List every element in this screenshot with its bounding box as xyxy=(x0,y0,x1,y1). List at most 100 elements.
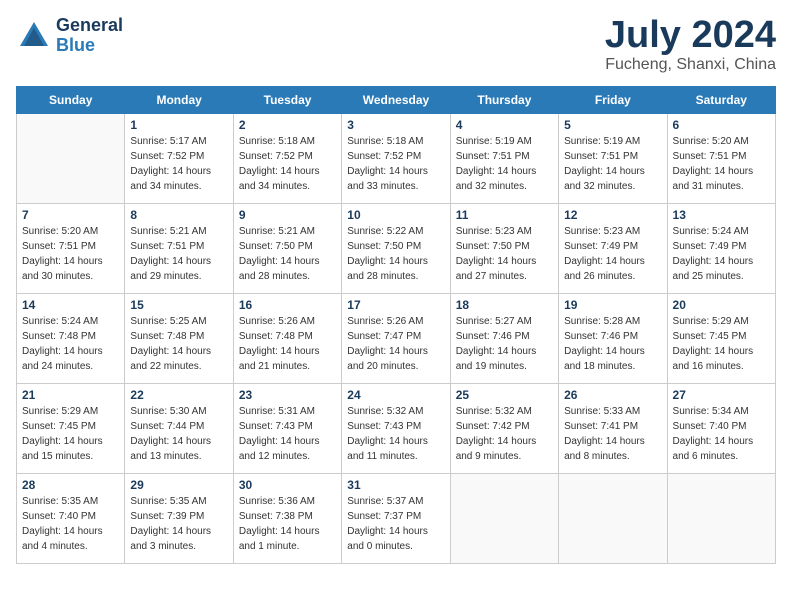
day-info: Sunrise: 5:22 AM Sunset: 7:50 PM Dayligh… xyxy=(347,224,444,284)
day-info: Sunrise: 5:32 AM Sunset: 7:42 PM Dayligh… xyxy=(456,404,553,464)
day-number: 23 xyxy=(239,388,336,402)
day-cell: 1Sunrise: 5:17 AM Sunset: 7:52 PM Daylig… xyxy=(125,114,233,204)
day-header-friday: Friday xyxy=(559,87,667,114)
day-number: 11 xyxy=(456,208,553,222)
day-info: Sunrise: 5:30 AM Sunset: 7:44 PM Dayligh… xyxy=(130,404,227,464)
day-number: 6 xyxy=(673,118,770,132)
day-number: 15 xyxy=(130,298,227,312)
day-header-wednesday: Wednesday xyxy=(342,87,450,114)
day-header-sunday: Sunday xyxy=(17,87,125,114)
day-number: 5 xyxy=(564,118,661,132)
week-row-2: 7 Sunrise: 5:20 AM Sunset: 7:51 PM Daylig… xyxy=(17,204,776,294)
day-cell: 20 Sunrise: 5:29 AM Sunset: 7:45 PM Dayli… xyxy=(667,294,775,384)
page-header: General Blue July 2024 Fucheng, Shanxi, … xyxy=(16,16,776,74)
day-cell: 25 Sunrise: 5:32 AM Sunset: 7:42 PM Dayli… xyxy=(450,384,558,474)
day-info: Sunrise: 5:26 AM Sunset: 7:47 PM Dayligh… xyxy=(347,314,444,374)
day-number: 24 xyxy=(347,388,444,402)
day-cell: 21Sunrise: 5:29 AM Sunset: 7:45 PM Dayli… xyxy=(17,384,125,474)
day-cell: 15 Sunrise: 5:25 AM Sunset: 7:48 PM Dayli… xyxy=(125,294,233,384)
day-number: 25 xyxy=(456,388,553,402)
day-info: Sunrise: 5:36 AM Sunset: 7:38 PM Dayligh… xyxy=(239,494,336,554)
day-cell: 16 Sunrise: 5:26 AM Sunset: 7:48 PM Dayli… xyxy=(233,294,341,384)
day-cell: 26 Sunrise: 5:33 AM Sunset: 7:41 PM Dayli… xyxy=(559,384,667,474)
day-number: 14 xyxy=(22,298,119,312)
logo-icon xyxy=(16,18,52,54)
day-number: 17 xyxy=(347,298,444,312)
day-cell: 14Sunrise: 5:24 AM Sunset: 7:48 PM Dayli… xyxy=(17,294,125,384)
day-number: 2 xyxy=(239,118,336,132)
logo: General Blue xyxy=(16,16,123,56)
day-header-thursday: Thursday xyxy=(450,87,558,114)
day-info: Sunrise: 5:32 AM Sunset: 7:43 PM Dayligh… xyxy=(347,404,444,464)
day-cell xyxy=(17,114,125,204)
day-number: 28 xyxy=(22,478,119,492)
calendar-table: SundayMondayTuesdayWednesdayThursdayFrid… xyxy=(16,86,776,564)
day-number: 7 xyxy=(22,208,119,222)
day-cell: 18Sunrise: 5:27 AM Sunset: 7:46 PM Dayli… xyxy=(450,294,558,384)
day-header-saturday: Saturday xyxy=(667,87,775,114)
day-number: 20 xyxy=(673,298,770,312)
day-cell: 30 Sunrise: 5:36 AM Sunset: 7:38 PM Dayli… xyxy=(233,474,341,564)
day-info: Sunrise: 5:17 AM Sunset: 7:52 PM Dayligh… xyxy=(130,134,227,194)
day-info: Sunrise: 5:18 AM Sunset: 7:52 PM Dayligh… xyxy=(347,134,444,194)
day-cell: 13 Sunrise: 5:24 AM Sunset: 7:49 PM Dayli… xyxy=(667,204,775,294)
day-info: Sunrise: 5:29 AM Sunset: 7:45 PM Dayligh… xyxy=(673,314,770,374)
day-info: Sunrise: 5:31 AM Sunset: 7:43 PM Dayligh… xyxy=(239,404,336,464)
week-row-1: 1Sunrise: 5:17 AM Sunset: 7:52 PM Daylig… xyxy=(17,114,776,204)
day-info: Sunrise: 5:26 AM Sunset: 7:48 PM Dayligh… xyxy=(239,314,336,374)
day-cell: 10 Sunrise: 5:22 AM Sunset: 7:50 PM Dayli… xyxy=(342,204,450,294)
day-number: 22 xyxy=(130,388,227,402)
day-cell: 11 Sunrise: 5:23 AM Sunset: 7:50 PM Dayli… xyxy=(450,204,558,294)
day-cell: 6Sunrise: 5:20 AM Sunset: 7:51 PM Daylig… xyxy=(667,114,775,204)
day-info: Sunrise: 5:23 AM Sunset: 7:50 PM Dayligh… xyxy=(456,224,553,284)
day-number: 29 xyxy=(130,478,227,492)
day-number: 31 xyxy=(347,478,444,492)
day-number: 3 xyxy=(347,118,444,132)
location: Fucheng, Shanxi, China xyxy=(605,56,776,74)
day-info: Sunrise: 5:20 AM Sunset: 7:51 PM Dayligh… xyxy=(22,224,119,284)
week-row-4: 21Sunrise: 5:29 AM Sunset: 7:45 PM Dayli… xyxy=(17,384,776,474)
day-cell: 19Sunrise: 5:28 AM Sunset: 7:46 PM Dayli… xyxy=(559,294,667,384)
day-number: 8 xyxy=(130,208,227,222)
day-info: Sunrise: 5:24 AM Sunset: 7:49 PM Dayligh… xyxy=(673,224,770,284)
days-header-row: SundayMondayTuesdayWednesdayThursdayFrid… xyxy=(17,87,776,114)
day-cell: 24 Sunrise: 5:32 AM Sunset: 7:43 PM Dayli… xyxy=(342,384,450,474)
logo-general-text: General xyxy=(56,16,123,36)
day-cell: 12Sunrise: 5:23 AM Sunset: 7:49 PM Dayli… xyxy=(559,204,667,294)
day-cell: 2Sunrise: 5:18 AM Sunset: 7:52 PM Daylig… xyxy=(233,114,341,204)
day-cell: 28 Sunrise: 5:35 AM Sunset: 7:40 PM Dayli… xyxy=(17,474,125,564)
day-cell: 7 Sunrise: 5:20 AM Sunset: 7:51 PM Daylig… xyxy=(17,204,125,294)
day-info: Sunrise: 5:29 AM Sunset: 7:45 PM Dayligh… xyxy=(22,404,119,464)
day-cell: 9 Sunrise: 5:21 AM Sunset: 7:50 PM Daylig… xyxy=(233,204,341,294)
day-cell: 22 Sunrise: 5:30 AM Sunset: 7:44 PM Dayli… xyxy=(125,384,233,474)
day-header-tuesday: Tuesday xyxy=(233,87,341,114)
logo-blue-text: Blue xyxy=(56,36,123,56)
day-info: Sunrise: 5:19 AM Sunset: 7:51 PM Dayligh… xyxy=(564,134,661,194)
day-number: 26 xyxy=(564,388,661,402)
title-area: July 2024 Fucheng, Shanxi, China xyxy=(605,16,776,74)
day-number: 27 xyxy=(673,388,770,402)
day-info: Sunrise: 5:35 AM Sunset: 7:40 PM Dayligh… xyxy=(22,494,119,554)
logo-text: General Blue xyxy=(56,16,123,56)
week-row-3: 14Sunrise: 5:24 AM Sunset: 7:48 PM Dayli… xyxy=(17,294,776,384)
day-cell: 29Sunrise: 5:35 AM Sunset: 7:39 PM Dayli… xyxy=(125,474,233,564)
day-number: 13 xyxy=(673,208,770,222)
day-cell xyxy=(450,474,558,564)
day-cell: 8 Sunrise: 5:21 AM Sunset: 7:51 PM Daylig… xyxy=(125,204,233,294)
day-info: Sunrise: 5:37 AM Sunset: 7:37 PM Dayligh… xyxy=(347,494,444,554)
day-info: Sunrise: 5:21 AM Sunset: 7:51 PM Dayligh… xyxy=(130,224,227,284)
day-info: Sunrise: 5:25 AM Sunset: 7:48 PM Dayligh… xyxy=(130,314,227,374)
day-number: 4 xyxy=(456,118,553,132)
day-number: 12 xyxy=(564,208,661,222)
day-info: Sunrise: 5:33 AM Sunset: 7:41 PM Dayligh… xyxy=(564,404,661,464)
week-row-5: 28 Sunrise: 5:35 AM Sunset: 7:40 PM Dayli… xyxy=(17,474,776,564)
day-number: 18 xyxy=(456,298,553,312)
day-number: 10 xyxy=(347,208,444,222)
day-number: 30 xyxy=(239,478,336,492)
day-cell xyxy=(559,474,667,564)
day-info: Sunrise: 5:21 AM Sunset: 7:50 PM Dayligh… xyxy=(239,224,336,284)
day-info: Sunrise: 5:19 AM Sunset: 7:51 PM Dayligh… xyxy=(456,134,553,194)
day-number: 16 xyxy=(239,298,336,312)
day-number: 9 xyxy=(239,208,336,222)
day-cell: 23 Sunrise: 5:31 AM Sunset: 7:43 PM Dayli… xyxy=(233,384,341,474)
